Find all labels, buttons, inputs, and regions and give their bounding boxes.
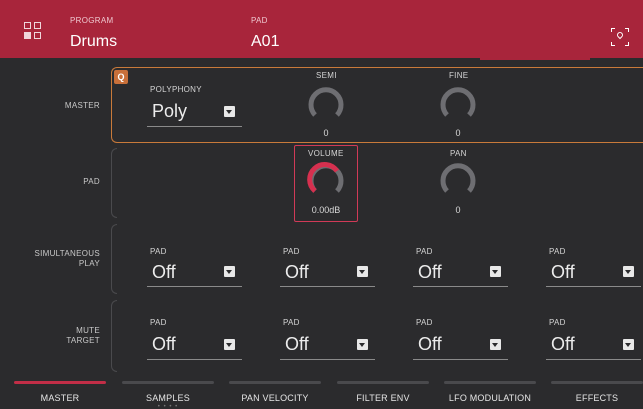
tab-samples-indicator (122, 381, 214, 384)
pan-knob[interactable] (438, 160, 478, 200)
pan-label: PAN (450, 149, 467, 158)
program-label: PROGRAM (70, 16, 114, 25)
q-link-badge[interactable]: Q (114, 70, 128, 84)
tab-master-label: MASTER (40, 393, 80, 403)
tab-filter-env[interactable]: FILTER ENV (337, 380, 429, 409)
mute-pad-4-label: PAD (549, 318, 566, 327)
simultaneous-pad-4-underline (546, 286, 641, 287)
locate-icon[interactable] (611, 28, 629, 46)
mute-pad-3-label: PAD (416, 318, 433, 327)
program-name[interactable]: Drums (70, 33, 117, 51)
tab-lfo-modulation[interactable]: LFO MODULATION (444, 380, 536, 409)
row-label-pad: PAD (83, 177, 100, 186)
simultaneous-pad-3-value[interactable]: Off (418, 262, 442, 283)
simultaneous-pad-1-label: PAD (150, 247, 167, 256)
tab-bar: MASTER SAMPLES • • • • PAN VELOCITY FILT… (0, 380, 643, 409)
row-label-master: MASTER (64, 101, 100, 110)
polyphony-value[interactable]: Poly (152, 101, 187, 122)
simultaneous-pad-2-value[interactable]: Off (285, 262, 309, 283)
mute-pad-4-underline (546, 359, 641, 360)
tab-samples[interactable]: SAMPLES • • • • (122, 380, 214, 409)
tab-samples-dots: • • • • (157, 404, 179, 409)
tab-lfo-modulation-indicator (444, 381, 536, 384)
tab-master[interactable]: MASTER (14, 380, 106, 409)
simultaneous-pad-2-dropdown-icon[interactable] (357, 266, 368, 277)
tab-effects-indicator (551, 381, 643, 384)
tab-pan-velocity-label: PAN VELOCITY (241, 393, 309, 403)
pad-name[interactable]: A01 (251, 33, 279, 51)
tab-lfo-modulation-label: LFO MODULATION (448, 393, 532, 403)
pad-grid-icon[interactable] (24, 22, 42, 40)
simultaneous-pad-1-dropdown-icon[interactable] (224, 266, 235, 277)
fine-value: 0 (455, 128, 461, 138)
tab-filter-env-label: FILTER ENV (356, 393, 410, 403)
tab-samples-label: SAMPLES (146, 393, 190, 403)
header-bar: PROGRAM Drums PAD A01 (0, 0, 643, 58)
mute-pad-3-value[interactable]: Off (418, 334, 442, 355)
volume-knob[interactable] (306, 160, 346, 200)
mute-pad-2-underline (280, 359, 375, 360)
pad-row-bracket (111, 148, 117, 218)
simultaneous-pad-1-value[interactable]: Off (152, 262, 176, 283)
polyphony-label: POLYPHONY (150, 85, 202, 94)
mute-pad-4-value[interactable]: Off (551, 334, 575, 355)
mute-pad-1-value[interactable]: Off (152, 334, 176, 355)
mute-pad-1-dropdown-icon[interactable] (224, 339, 235, 350)
tab-filter-env-indicator (337, 381, 429, 384)
row-label-mute-target: MUTE TARGET (66, 326, 100, 345)
semi-knob[interactable] (306, 84, 346, 124)
tab-pan-velocity-indicator (229, 381, 321, 384)
semi-value: 0 (323, 128, 329, 138)
row-label-simultaneous-play: SIMULTANEOUS PLAY (34, 249, 100, 268)
semi-label: SEMI (316, 71, 337, 80)
mute-pad-1-label: PAD (150, 318, 167, 327)
volume-label: VOLUME (308, 149, 344, 158)
mute-pad-3-dropdown-icon[interactable] (490, 339, 501, 350)
master-section-box (111, 67, 643, 143)
mute-pad-2-dropdown-icon[interactable] (357, 339, 368, 350)
simultaneous-pad-1-underline (147, 286, 242, 287)
simultaneous-pad-3-dropdown-icon[interactable] (490, 266, 501, 277)
mute-pad-4-dropdown-icon[interactable] (623, 339, 634, 350)
simultaneous-pad-4-value[interactable]: Off (551, 262, 575, 283)
fine-knob[interactable] (438, 84, 478, 124)
simultaneous-row-bracket (111, 224, 117, 294)
fine-label: FINE (449, 71, 469, 80)
mute-pad-3-underline (413, 359, 508, 360)
mute-pad-1-underline (147, 359, 242, 360)
polyphony-dropdown-icon[interactable] (224, 106, 235, 117)
simultaneous-pad-3-label: PAD (416, 247, 433, 256)
pan-value: 0 (455, 205, 461, 215)
tab-pan-velocity[interactable]: PAN VELOCITY (229, 380, 321, 409)
tab-effects[interactable]: EFFECTS (551, 380, 643, 409)
simultaneous-pad-4-label: PAD (549, 247, 566, 256)
polyphony-underline (147, 126, 242, 127)
header-underline (480, 58, 590, 60)
mute-pad-2-value[interactable]: Off (285, 334, 309, 355)
mute-row-bracket (111, 300, 117, 372)
simultaneous-pad-4-dropdown-icon[interactable] (623, 266, 634, 277)
tab-effects-label: EFFECTS (575, 393, 619, 403)
simultaneous-pad-3-underline (413, 286, 508, 287)
pad-label: PAD (251, 16, 268, 25)
tab-master-indicator (14, 381, 106, 384)
volume-value: 0.00dB (311, 205, 341, 215)
simultaneous-pad-2-underline (280, 286, 375, 287)
mute-pad-2-label: PAD (283, 318, 300, 327)
simultaneous-pad-2-label: PAD (283, 247, 300, 256)
